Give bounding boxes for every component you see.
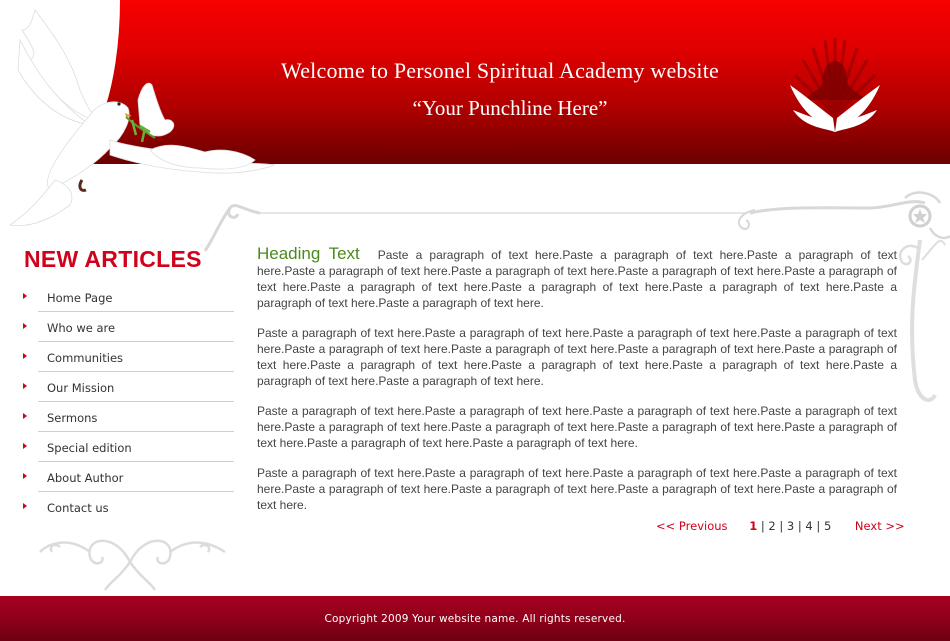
page-link-3[interactable]: 3 [787, 519, 794, 533]
content-paragraph: Paste a paragraph of text here.Paste a p… [257, 466, 897, 512]
arrow-bullet-icon [23, 413, 27, 419]
divider [38, 431, 234, 432]
footer: Copyright 2009 Your website name. All ri… [0, 596, 950, 641]
sidebar-flourish-icon [39, 539, 226, 591]
page-separator: | [760, 519, 765, 533]
sidebar-link[interactable]: Our Mission [47, 381, 114, 395]
divider [38, 371, 234, 372]
sidebar-link[interactable]: Special edition [47, 441, 132, 455]
sidebar-link[interactable]: Sermons [47, 411, 97, 425]
divider [38, 491, 234, 492]
pagination: << Previous 1 | 2 | 3 | 4 | 5 Next >> [656, 519, 905, 533]
sidebar-item-about-author[interactable]: About Author [20, 463, 234, 493]
page-link-2[interactable]: 2 [768, 519, 775, 533]
sidebar-item-our-mission[interactable]: Our Mission [20, 373, 234, 403]
page-link-5[interactable]: 5 [824, 519, 831, 533]
page-link-1-current[interactable]: 1 [749, 519, 757, 533]
sidebar-link[interactable]: Home Page [47, 291, 112, 305]
page-link-4[interactable]: 4 [805, 519, 812, 533]
arrow-bullet-icon [23, 473, 27, 479]
page-separator: | [797, 519, 802, 533]
previous-page-link[interactable]: << Previous [656, 519, 728, 533]
sidebar-link[interactable]: Communities [47, 351, 123, 365]
flourish-right-icon [737, 191, 950, 240]
sidebar-title: NEW ARTICLES [24, 246, 202, 272]
copyright-text: Copyright 2009 Your website name. All ri… [324, 613, 626, 625]
sidebar-link[interactable]: Who we are [47, 321, 115, 335]
next-page-link[interactable]: Next >> [855, 519, 905, 533]
sidebar-item-special-edition[interactable]: Special edition [20, 433, 234, 463]
sidebar-item-contact-us[interactable]: Contact us [20, 493, 234, 523]
content-paragraph: Heading Text Paste a paragraph of text he… [257, 244, 897, 311]
site-title: Welcome to Personel Spiritual Academy we… [281, 58, 719, 83]
sidebar-link[interactable]: Contact us [47, 501, 109, 515]
ornamental-divider [258, 212, 748, 214]
divider [38, 401, 234, 402]
divider [38, 341, 234, 342]
sidebar-nav: Home Page Who we are Communities Our Mis… [20, 283, 234, 523]
winged-figure-logo [790, 38, 880, 132]
arrow-bullet-icon [23, 323, 27, 329]
arrow-bullet-icon [23, 383, 27, 389]
sidebar-item-sermons[interactable]: Sermons [20, 403, 234, 433]
divider [38, 311, 234, 312]
page-separator: | [779, 519, 784, 533]
arrow-bullet-icon [23, 503, 27, 509]
arrow-bullet-icon [23, 353, 27, 359]
content-paragraph: Paste a paragraph of text here.Paste a p… [257, 404, 897, 450]
page-separator: | [816, 519, 821, 533]
sidebar-item-communities[interactable]: Communities [20, 343, 234, 373]
sidebar-item-who-we-are[interactable]: Who we are [20, 313, 234, 343]
content-heading: Heading Text [257, 244, 360, 263]
arrow-bullet-icon [23, 443, 27, 449]
main-content: Heading Text Paste a paragraph of text he… [257, 244, 897, 527]
arrow-bullet-icon [23, 293, 27, 299]
sidebar-item-home-page[interactable]: Home Page [20, 283, 234, 313]
site-punchline: “Your Punchline Here” [412, 96, 608, 120]
sidebar-link[interactable]: About Author [47, 471, 123, 485]
content-paragraph: Paste a paragraph of text here.Paste a p… [257, 326, 897, 388]
divider [38, 461, 234, 462]
